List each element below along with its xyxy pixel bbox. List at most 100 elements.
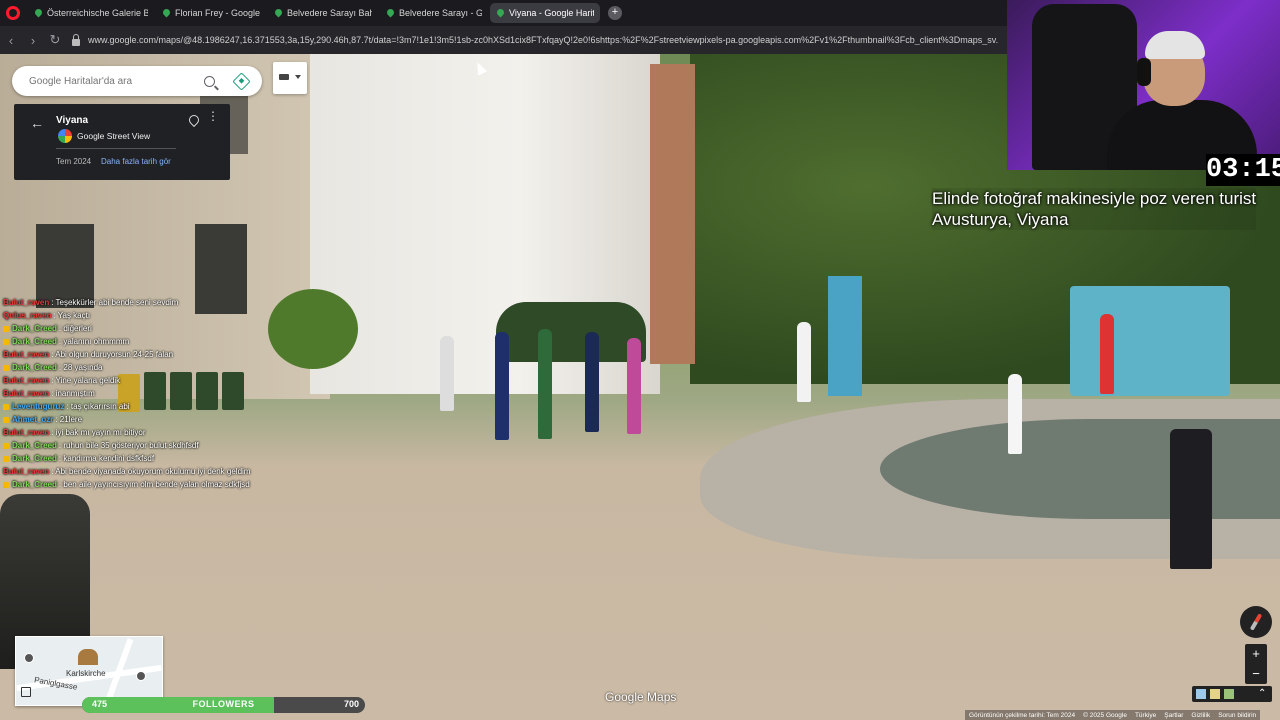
footer-terms[interactable]: Şartlar — [1164, 712, 1183, 719]
stream-chat: Bulut_raven: Teşekkürler abi bende seni … — [3, 296, 263, 491]
info-kiosk — [828, 276, 862, 396]
maps-favicon-icon — [386, 9, 395, 18]
url-field[interactable]: www.google.com/maps/@48.1986247,16.37155… — [88, 35, 998, 45]
chat-message: Dark_Creed: ruhun bile 35 gösteriyor bul… — [3, 439, 263, 452]
cyclist — [440, 336, 454, 411]
chat-message: Bulut_raven: inanmıştım — [3, 387, 263, 400]
chat-text: : diğerleri — [58, 324, 92, 333]
zoom-out-button[interactable]: − — [1245, 664, 1267, 684]
chat-text: : Yine yalana geldik — [51, 376, 121, 385]
back-arrow-icon[interactable]: ← — [30, 115, 44, 131]
forward-icon[interactable]: › — [22, 33, 44, 48]
badge-icon — [3, 364, 9, 371]
tourist-person — [1170, 429, 1212, 569]
street-view-source: Google Street View — [77, 131, 151, 141]
followers-label: FOLLOWERS — [192, 699, 255, 709]
back-icon[interactable]: ‹ — [0, 33, 22, 48]
footer-copyright: © 2025 Google — [1083, 711, 1127, 719]
round-timer: 03:15 — [1206, 154, 1280, 186]
chat-message: Bulut_raven: Abi olgun duruyorsun 24-25 … — [3, 348, 263, 361]
badge-icon — [3, 338, 9, 345]
caret-down-icon — [295, 75, 301, 79]
new-tab-button[interactable]: + — [608, 6, 622, 20]
chat-username: Bulut_raven — [3, 467, 50, 476]
maps-footer: Görüntünün çekilme tarihi: Tem 2024 © 20… — [965, 710, 1261, 720]
badge-icon — [3, 481, 9, 488]
chat-username: Leventuguruz — [12, 402, 65, 411]
tab-0[interactable]: Österreichische Galerie Be — [28, 3, 154, 23]
church-landmark-icon — [78, 649, 98, 665]
compass-icon[interactable] — [1240, 606, 1272, 638]
lock-icon — [72, 33, 80, 46]
tourist-person — [627, 338, 641, 434]
footer-privacy[interactable]: Gizlilik — [1191, 712, 1210, 719]
street-view-info-card: ← Viyana ⋮ Google Street View Tem 2024 D… — [14, 104, 230, 180]
maps-search-box[interactable] — [12, 66, 262, 96]
chat-username: Bulut_raven — [3, 376, 50, 385]
footer-report[interactable]: Sorun bildirin — [1218, 712, 1256, 719]
map-marker-icon — [24, 653, 34, 663]
maps-favicon-icon — [274, 9, 283, 18]
maps-favicon-icon — [496, 9, 505, 18]
chat-message: Dark_Creed: ben aile yayıncısıyım olm be… — [3, 478, 263, 491]
chat-username: Dark_Creed — [12, 441, 57, 450]
chat-username: Dark_Creed — [12, 480, 57, 489]
imagery-thumb[interactable] — [1210, 689, 1220, 699]
badge-icon — [3, 325, 9, 332]
chat-text: : inanmıştım — [51, 389, 95, 398]
minimap[interactable]: Karlskirche Paniglgasse — [15, 636, 163, 706]
badge-icon — [3, 455, 9, 462]
tourist-person — [585, 332, 599, 432]
badge-icon — [3, 416, 9, 423]
chat-username: Bulut_raven — [3, 350, 50, 359]
chat-message: Dark_Creed: kandırma kendini dsfkfsdf — [3, 452, 263, 465]
google-street-view-icon — [58, 129, 72, 143]
chat-text: : yalanını ohmmmm — [58, 337, 130, 346]
webcam-overlay — [1007, 0, 1280, 170]
chat-username: Bulut_raven — [3, 428, 50, 437]
map-marker-icon — [136, 671, 146, 681]
hedge — [496, 302, 646, 362]
chat-username: Dark_Creed — [12, 454, 57, 463]
footer-region[interactable]: Türkiye — [1135, 712, 1156, 719]
directions-icon[interactable] — [232, 71, 251, 91]
chat-username: Bulut_raven — [3, 389, 50, 398]
tab-2[interactable]: Belvedere Sarayı Bahçesi — [268, 3, 378, 23]
compass-needle — [1249, 613, 1263, 631]
more-dates-link[interactable]: Daha fazla tarih gör — [101, 157, 171, 166]
building-red — [650, 64, 695, 364]
chat-username: Dark_Creed — [12, 337, 57, 346]
pin-icon[interactable] — [186, 112, 202, 128]
footer-capture-date: Görüntünün çekilme tarihi: Tem 2024 — [969, 711, 1076, 719]
chat-username: Dark_Creed — [12, 363, 57, 372]
tab-1[interactable]: Florian Frey - Google Hari — [156, 3, 266, 23]
chat-text: : 28 yaşında — [58, 363, 103, 372]
tab-3[interactable]: Belvedere Sarayı - Google — [380, 3, 488, 23]
reload-icon[interactable]: ↻ — [44, 32, 66, 48]
tab-4-active[interactable]: Viyana - Google Haritalar — [490, 3, 600, 23]
imagery-thumb[interactable] — [1224, 689, 1234, 699]
tourist-person — [797, 322, 811, 402]
headset-icon — [1137, 58, 1151, 86]
chevron-up-icon[interactable]: ⌃ — [1258, 688, 1266, 699]
chat-text: : Yaş kaçtı — [53, 311, 91, 320]
search-input[interactable] — [27, 74, 196, 88]
chat-username: Bulut_raven — [3, 298, 50, 307]
zoom-in-button[interactable]: + — [1245, 644, 1267, 664]
chat-message: Dark_Creed: 28 yaşında — [3, 361, 263, 374]
chat-message: Bulut_raven: Yine yalana geldik — [3, 374, 263, 387]
google-maps-logo: Google Maps — [605, 690, 677, 704]
divider — [56, 148, 176, 149]
chat-text: : taş çıkarırsın abi — [66, 402, 130, 411]
search-icon[interactable] — [204, 75, 215, 87]
imagery-thumb[interactable] — [1196, 689, 1206, 699]
chat-message: Bulut_raven: Teşekkürler abi bende seni … — [3, 296, 263, 309]
chat-message: Dark_Creed: diğerleri — [3, 322, 263, 335]
followers-goal: 700 — [343, 699, 359, 709]
chat-message: Ahmet_ozr: 21lere — [3, 413, 263, 426]
keyboard-toggle-button[interactable] — [273, 62, 307, 94]
more-icon[interactable]: ⋮ — [207, 110, 219, 122]
keyboard-icon — [279, 74, 289, 80]
expand-icon[interactable] — [21, 687, 31, 697]
opera-icon[interactable] — [6, 6, 20, 20]
